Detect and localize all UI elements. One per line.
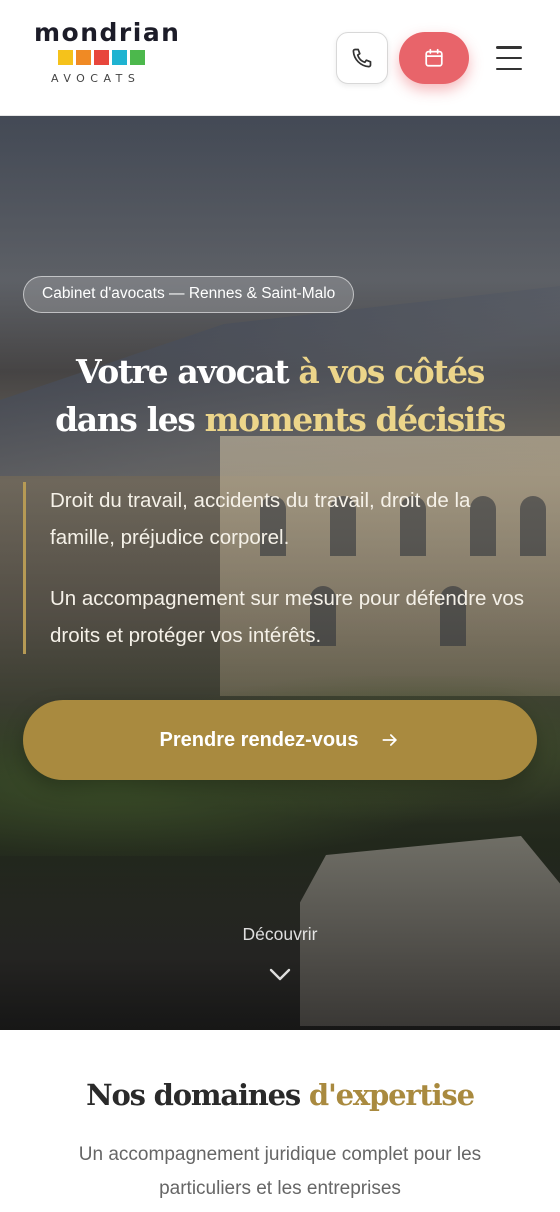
menu-bar <box>496 67 522 70</box>
logo[interactable]: mondrian AVOCATS <box>34 18 184 85</box>
discover-link[interactable]: Découvrir <box>0 924 560 945</box>
hero-title-highlight: moments décisifs <box>204 400 507 439</box>
logo-square-blue <box>112 50 127 65</box>
arrow-right-icon <box>382 734 398 746</box>
location-badge: Cabinet d'avocats — Rennes & Saint-Malo <box>23 276 355 313</box>
phone-icon <box>352 48 372 68</box>
logo-subtitle: AVOCATS <box>51 72 141 85</box>
site-header: mondrian AVOCATS <box>0 0 560 116</box>
hero-title-line1: Votre avocat à vos côtés <box>76 352 485 391</box>
hamburger-menu-icon[interactable] <box>492 44 526 72</box>
logo-square-red <box>94 50 109 65</box>
cta-label: Prendre rendez-vous <box>159 728 359 751</box>
logo-square-yellow <box>58 50 73 65</box>
menu-bar <box>496 56 522 60</box>
hero-title: Votre avocat à vos côtés dans les moment… <box>0 348 560 444</box>
expertise-title: Nos domaines d'expertise <box>86 1078 475 1112</box>
hero-section: Cabinet d'avocats — Rennes & Saint-Malo … <box>0 116 560 1030</box>
hero-title-line2: dans les moments décisifs <box>55 400 507 439</box>
calendar-icon <box>425 48 443 67</box>
appointment-cta-button[interactable]: Prendre rendez-vous <box>23 700 537 780</box>
chevron-down-icon[interactable] <box>266 966 294 984</box>
logo-color-squares <box>58 50 184 65</box>
hero-description: Droit du travail, accidents du travail, … <box>23 482 538 654</box>
hero-paragraph-1: Droit du travail, accidents du travail, … <box>50 489 471 549</box>
menu-bar <box>496 46 522 49</box>
book-appointment-button[interactable] <box>399 32 469 84</box>
hero-title-highlight: à vos côtés <box>298 352 485 391</box>
expertise-subtitle: Un accompagnement juridique complet pour… <box>78 1144 482 1199</box>
expertise-title-highlight: d'expertise <box>308 1078 475 1112</box>
hero-paragraph-2: Un accompagnement sur mesure pour défend… <box>50 587 525 647</box>
phone-button[interactable] <box>336 32 388 84</box>
logo-wordmark: mondrian <box>34 18 181 47</box>
logo-square-orange <box>76 50 91 65</box>
logo-square-green <box>130 50 145 65</box>
